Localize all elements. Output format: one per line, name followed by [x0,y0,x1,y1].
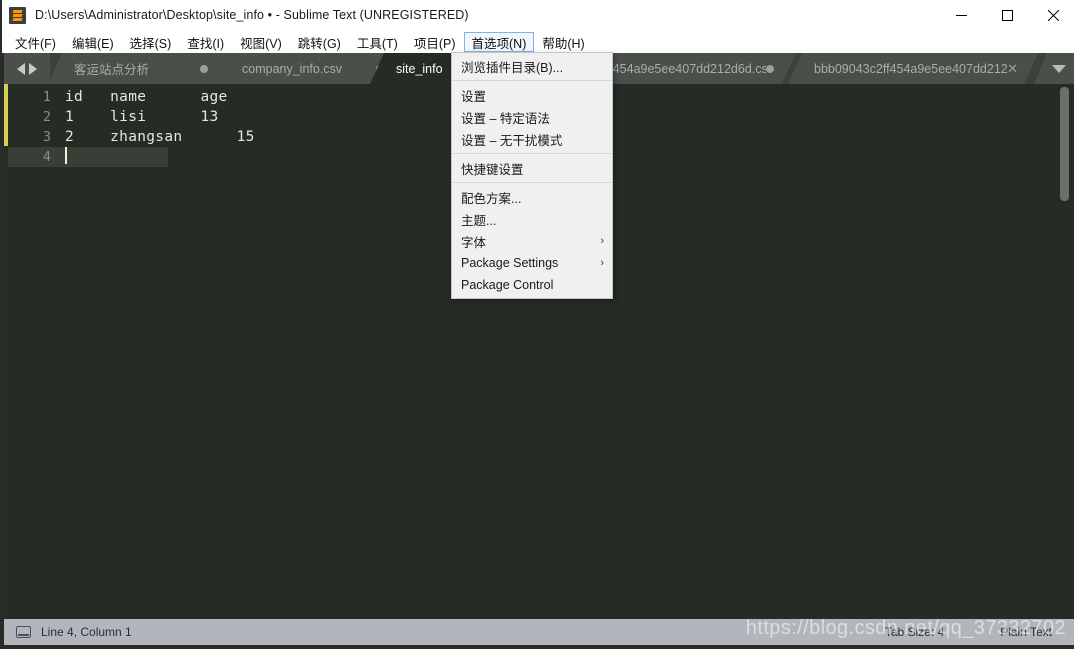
close-button[interactable] [1030,0,1074,31]
menu-edit[interactable]: 编辑(E) [64,32,122,52]
line-text: 2 zhangsan 15 [65,129,255,145]
chevron-right-icon: › [600,256,604,269]
menu-item-color-scheme[interactable]: 配色方案... [452,186,612,208]
line-number: 4 [42,149,51,165]
cursor-position-status: Line 4, Column 1 [41,625,132,639]
menu-separator [453,80,611,81]
tab-label: company_info.csv [242,61,343,76]
line-text: 1 lisi 13 [65,109,219,125]
menu-item-font[interactable]: 字体 › [452,230,612,252]
tab-size-status[interactable]: Tab Size: 4 [885,625,944,639]
tab-label: bbb09043c2ff454a9e5ee407dd212d6d [814,61,1008,76]
chevron-down-icon [1052,64,1066,73]
preferences-dropdown-menu: 浏览插件目录(B)... 设置 设置 – 特定语法 设置 – 无干扰模式 快捷键… [451,52,613,299]
menu-item-settings-syntax-specific[interactable]: 设置 – 特定语法 [452,106,612,128]
close-icon[interactable]: ✕ [1007,62,1018,75]
menu-selection[interactable]: 选择(S) [122,32,180,52]
tab-dirty-indicator[interactable] [200,64,208,73]
vertical-scrollbar[interactable] [1060,87,1069,201]
tab-label: 客运站点分析 [74,63,150,77]
console-icon[interactable] [16,626,31,638]
line-text: id name age [65,89,228,105]
menu-item-settings-distraction-free[interactable]: 设置 – 无干扰模式 [452,128,612,150]
menu-preferences[interactable]: 首选项(N) [463,32,535,52]
menu-item-settings[interactable]: 设置 [452,84,612,106]
menu-view[interactable]: 视图(V) [232,32,290,52]
menu-item-label: 字体 [461,235,487,250]
tab-bbb09043c2ff454a9e[interactable]: bbb09043c2ff454a9e5ee407dd212d6d ✕ [788,53,1038,84]
text-cursor [65,147,67,164]
line-number: 1 [42,89,51,105]
tab-label: site_info [396,61,443,76]
chevron-right-icon: › [600,234,604,247]
menu-item-theme[interactable]: 主题... [452,208,612,230]
menu-help[interactable]: 帮助(H) [534,32,592,52]
menu-item-label: Package Settings [461,256,559,270]
status-bar: Line 4, Column 1 Tab Size: 4 Plain Text [4,619,1074,645]
menu-project[interactable]: 项目(P) [406,32,464,52]
maximize-button[interactable] [984,0,1030,31]
syntax-status[interactable]: Plain Text [1000,625,1052,639]
line-number: 3 [42,129,51,145]
menu-item-package-settings[interactable]: Package Settings › [452,252,612,274]
tab-overflow-button[interactable] [1034,53,1074,84]
menu-separator [453,182,611,183]
sublime-text-logo-icon [9,6,26,24]
title-bar: D:\Users\Administrator\Desktop\site_info… [2,0,1074,31]
menu-item-package-control[interactable]: Package Control [452,274,612,296]
menu-separator [453,153,611,154]
menu-file[interactable]: 文件(F) [7,32,64,52]
tab-nav-arrows[interactable] [4,53,50,84]
tab-keyun-zhandian[interactable]: 客运站点分析 [48,53,230,84]
tab-dirty-indicator[interactable] [766,64,774,73]
window-controls [938,0,1074,31]
minimize-button[interactable] [938,0,984,31]
sublime-text-window: D:\Users\Administrator\Desktop\site_info… [0,0,1074,649]
chevron-left-icon[interactable] [17,62,25,75]
menu-bar: 文件(F) 编辑(E) 选择(S) 查找(I) 视图(V) 跳转(G) 工具(T… [2,31,1074,53]
chevron-right-icon[interactable] [29,62,37,75]
window-title: D:\Users\Administrator\Desktop\site_info… [35,8,469,22]
menu-goto[interactable]: 跳转(G) [290,32,349,52]
menu-tools[interactable]: 工具(T) [349,32,406,52]
menu-find[interactable]: 查找(I) [179,32,232,52]
menu-item-key-bindings[interactable]: 快捷键设置 [452,157,612,179]
line-number: 2 [42,109,51,125]
menu-item-browse-packages[interactable]: 浏览插件目录(B)... [452,55,612,77]
